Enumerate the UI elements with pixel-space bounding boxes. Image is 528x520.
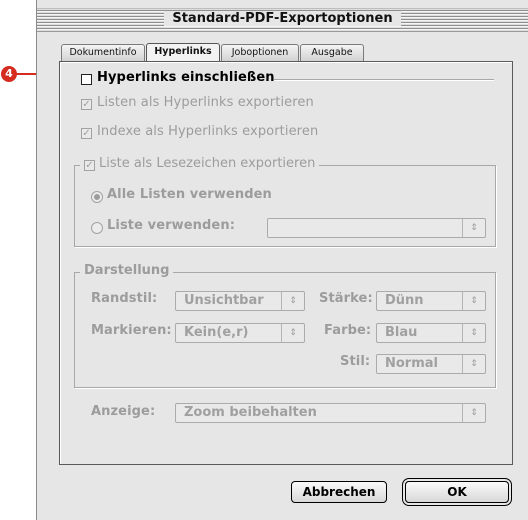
highlight-value: Kein(e,r) (184, 325, 249, 340)
export-bookmarks-label: Liste als Lesezeichen exportieren (99, 156, 316, 171)
callout-marker-4: 4 (1, 66, 17, 82)
ok-button[interactable]: OK (405, 481, 509, 503)
highlight-label: Markieren: (91, 323, 172, 338)
cancel-button[interactable]: Abbrechen (291, 481, 387, 503)
popup-arrows-icon: ⇕ (462, 219, 485, 237)
use-list-popup[interactable]: ⇕ (267, 218, 486, 238)
width-popup[interactable]: Dünn ⇕ (376, 291, 486, 311)
width-value: Dünn (385, 293, 424, 308)
use-list-label: Liste verwenden: (107, 218, 235, 233)
tab-hyperlinks[interactable]: Hyperlinks (146, 43, 220, 62)
popup-arrows-icon: ⇕ (281, 292, 304, 310)
color-value: Blau (385, 325, 418, 340)
style-value: Normal (385, 356, 438, 371)
popup-arrows-icon: ⇕ (462, 355, 485, 373)
popup-arrows-icon: ⇕ (281, 324, 304, 342)
export-lists-checkbox[interactable]: ✓ (81, 99, 92, 110)
tab-dokumentinfo[interactable]: Dokumentinfo (61, 44, 145, 61)
color-popup[interactable]: Blau ⇕ (376, 323, 486, 343)
include-hyperlinks-checkbox[interactable] (81, 74, 92, 85)
export-lists-label: Listen als Hyperlinks exportieren (97, 95, 314, 110)
highlight-popup[interactable]: Kein(e,r) ⇕ (175, 323, 305, 343)
use-list-radio[interactable] (91, 222, 103, 234)
style-popup[interactable]: Normal ⇕ (376, 354, 486, 374)
style-label: Stil: (340, 354, 371, 369)
view-label: Anzeige: (91, 404, 156, 419)
bookmarks-group-header: ✓ Liste als Lesezeichen exportieren (80, 156, 320, 171)
all-lists-radio[interactable] (91, 191, 103, 203)
include-hyperlinks-label: Hyperlinks einschließen (97, 70, 275, 85)
view-value: Zoom beibehalten (184, 405, 317, 420)
color-label: Farbe: (324, 323, 372, 338)
export-indexes-label: Indexe als Hyperlinks exportieren (97, 124, 319, 139)
export-indexes-checkbox[interactable]: ✓ (81, 128, 92, 139)
border-style-popup[interactable]: Unsichtbar ⇕ (175, 291, 305, 311)
dialog-title: Standard-PDF-Exportoptionen (164, 11, 401, 26)
width-label: Stärke: (319, 291, 373, 306)
include-hyperlinks-divider (274, 79, 494, 81)
dialog-window: Standard-PDF-Exportoptionen Dokumentinfo… (36, 0, 528, 520)
export-bookmarks-checkbox[interactable]: ✓ (84, 160, 95, 171)
all-lists-label: Alle Listen verwenden (107, 187, 272, 202)
tab-ausgabe[interactable]: Ausgabe (300, 44, 364, 61)
tab-panel: Hyperlinks einschließen ✓ Listen als Hyp… (59, 61, 513, 465)
display-group-title: Darstellung (80, 263, 174, 278)
popup-arrows-icon: ⇕ (462, 292, 485, 310)
popup-arrows-icon: ⇕ (462, 324, 485, 342)
popup-arrows-icon: ⇕ (462, 404, 485, 422)
view-popup[interactable]: Zoom beibehalten ⇕ (175, 403, 486, 423)
title-container: Standard-PDF-Exportoptionen (37, 8, 528, 30)
border-style-value: Unsichtbar (184, 293, 264, 308)
tab-joboptionen[interactable]: Joboptionen (221, 44, 299, 61)
border-style-label: Randstil: (91, 291, 158, 306)
